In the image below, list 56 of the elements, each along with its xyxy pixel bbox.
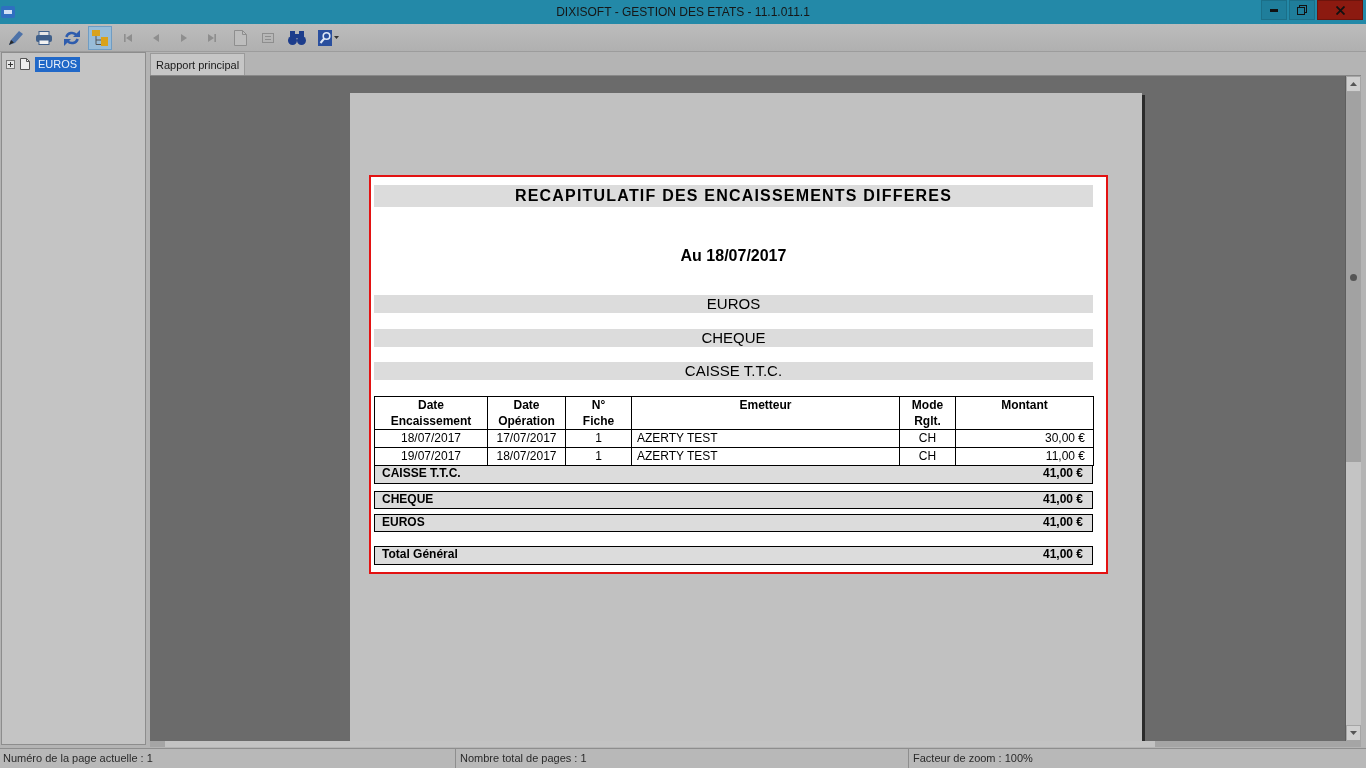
caret-icon <box>334 36 339 39</box>
scroll-thumb[interactable] <box>1346 92 1361 462</box>
report-date: Au 18/07/2017 <box>679 246 788 266</box>
total-amount: 41,00 € <box>1042 466 1083 481</box>
app-icon <box>1 6 15 18</box>
status-text: Nombre total de pages : 1 <box>459 751 588 766</box>
minimize-icon <box>1270 8 1278 12</box>
grip-icon <box>1350 273 1357 281</box>
scroll-up-button[interactable] <box>1346 76 1361 92</box>
expand-icon[interactable] <box>6 59 15 69</box>
column-header: Date Encaissement <box>374 396 488 430</box>
document-icon <box>20 58 30 70</box>
total-amount: 41,00 € <box>1042 515 1083 530</box>
column-header: Date Opération <box>487 396 566 430</box>
table-cell: 19/07/2017 <box>374 447 488 466</box>
close-icon <box>1335 5 1345 15</box>
table-cell: 30,00 € <box>955 429 1094 448</box>
column-header: Mode Rglt. <box>899 396 956 430</box>
group-heading: CAISSE T.T.C. <box>374 362 1093 380</box>
group-heading: EUROS <box>374 295 1093 313</box>
scroll-down-button[interactable] <box>1346 725 1361 741</box>
column-header: Montant <box>955 396 1094 430</box>
vertical-scrollbar[interactable] <box>1345 76 1361 741</box>
table-cell: CH <box>899 429 956 448</box>
total-amount: 41,00 € <box>1042 547 1083 562</box>
table-cell: 18/07/2017 <box>487 447 566 466</box>
column-header: N° Fiche <box>565 396 632 430</box>
status-text: Numéro de la page actuelle : 1 <box>2 751 154 766</box>
table-cell: 17/07/2017 <box>487 429 566 448</box>
restore-button[interactable] <box>1289 0 1315 20</box>
horizontal-scrollbar[interactable] <box>150 741 1361 747</box>
table-cell: 11,00 € <box>955 447 1094 466</box>
group-heading: CHEQUE <box>374 329 1093 347</box>
up-arrow-icon <box>1350 82 1357 86</box>
tree-item[interactable]: EUROS <box>35 56 81 72</box>
table-cell: 1 <box>565 447 632 466</box>
total-amount: 41,00 € <box>1042 492 1083 507</box>
status-text: Facteur de zoom : 100% <box>912 751 1034 766</box>
total-label: CAISSE T.T.C. <box>382 466 461 481</box>
total-label: EUROS <box>382 515 425 530</box>
window-title: DIXISOFT - GESTION DES ETATS - 11.1.011.1 <box>556 5 810 19</box>
total-label: Total Général <box>382 547 458 562</box>
minimize-button[interactable] <box>1261 0 1287 20</box>
total-label: CHEQUE <box>382 492 434 507</box>
table-cell: 18/07/2017 <box>374 429 488 448</box>
table-cell: 1 <box>565 429 632 448</box>
down-arrow-icon <box>1350 731 1357 735</box>
report-title: RECAPITULATIF DES ENCAISSEMENTS DIFFERES <box>374 185 1093 207</box>
close-button[interactable] <box>1317 0 1363 20</box>
table-cell: AZERTY TEST <box>631 447 900 466</box>
restore-icon <box>1297 5 1307 15</box>
tab[interactable]: Rapport principal <box>150 53 246 75</box>
column-header: Emetteur <box>631 396 900 430</box>
table-cell: CH <box>899 447 956 466</box>
scroll-thumb[interactable] <box>165 741 1155 747</box>
table-cell: AZERTY TEST <box>631 429 900 448</box>
